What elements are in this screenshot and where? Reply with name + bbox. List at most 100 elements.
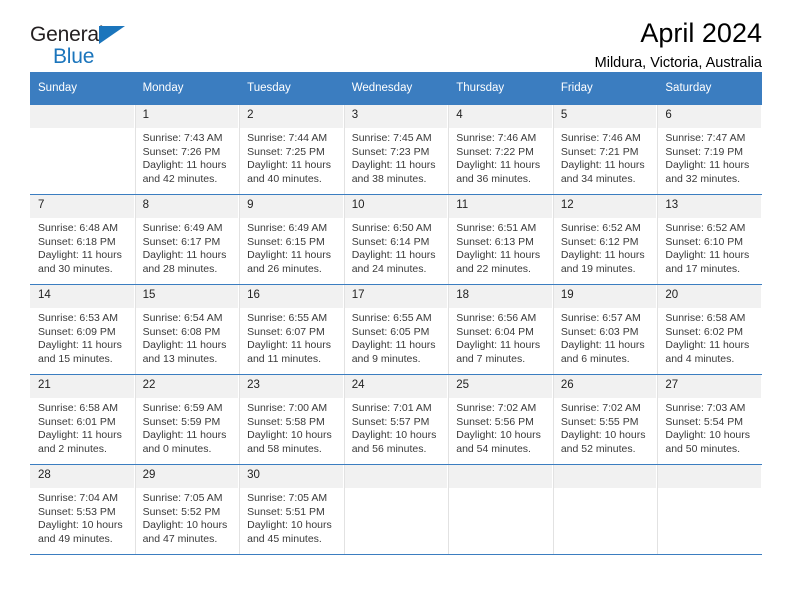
day-number: 12	[552, 195, 658, 218]
day-details: Sunrise: 7:02 AM Sunset: 5:55 PM Daylight:…	[553, 398, 658, 456]
column-divider	[448, 195, 450, 284]
daylight-text-3: and 32 minutes.	[665, 172, 741, 185]
day-details: Sunrise: 6:55 AM Sunset: 6:07 PM Daylight:…	[239, 308, 344, 366]
column-divider	[448, 285, 450, 374]
calendar-day-cell-2[interactable]: 2 Sunrise: 7:44 AM Sunset: 7:25 PM Daylight…	[239, 104, 344, 195]
day-number: 18	[448, 285, 553, 308]
day-number: 4	[448, 105, 553, 128]
title-block: April 2024 Mildura, Victoria, Australia	[595, 19, 762, 72]
sunrise-text: Sunrise: 6:54 AM	[142, 312, 223, 324]
logo-text-blue: Blue	[53, 45, 95, 68]
day-details: Sunrise: 7:04 AM Sunset: 5:53 PM Daylight:…	[30, 488, 135, 546]
sunset-text: Sunset: 7:22 PM	[456, 145, 534, 158]
day-details: Sunrise: 7:03 AM Sunset: 5:54 PM Daylight:…	[657, 398, 762, 456]
calendar-day-cell-30[interactable]: 30 Sunrise: 7:05 AM Sunset: 5:51 PM Dayligh…	[239, 464, 344, 555]
day-details: Sunrise: 7:46 AM Sunset: 7:21 PM Daylight:…	[553, 128, 658, 186]
daylight-text-2: Daylight: 10 hours	[456, 429, 541, 442]
general-blue-logo[interactable]: General Blue	[30, 24, 140, 68]
day-number	[343, 465, 449, 488]
day-details: Sunrise: 6:55 AM Sunset: 6:05 PM Daylight:…	[344, 308, 449, 366]
day-details: Sunrise: 7:45 AM Sunset: 7:23 PM Daylight:…	[344, 128, 449, 186]
day-cell-inner: 28 Sunrise: 7:04 AM Sunset: 5:53 PM Dayligh…	[30, 465, 135, 554]
day-details: Sunrise: 6:54 AM Sunset: 6:08 PM Daylight:…	[135, 308, 240, 366]
day-number: 11	[448, 195, 553, 218]
day-number: 1	[134, 105, 240, 128]
calendar-day-cell-11[interactable]: 11 Sunrise: 6:51 AM Sunset: 6:13 PM Dayligh…	[448, 194, 553, 285]
calendar-day-cell-27[interactable]: 27 Sunrise: 7:03 AM Sunset: 5:54 PM Dayligh…	[657, 374, 762, 465]
calendar-day-cell-15[interactable]: 15 Sunrise: 6:54 AM Sunset: 6:08 PM Dayligh…	[134, 284, 240, 375]
day-cell-inner: 29 Sunrise: 7:05 AM Sunset: 5:52 PM Dayligh…	[134, 465, 240, 554]
daylight-text-3: and 52 minutes.	[560, 442, 636, 455]
calendar-day-cell-22[interactable]: 22 Sunrise: 6:59 AM Sunset: 5:59 PM Dayligh…	[134, 374, 240, 465]
calendar-day-cell-25[interactable]: 25 Sunrise: 7:02 AM Sunset: 5:56 PM Dayligh…	[448, 374, 553, 465]
calendar-day-cell-3[interactable]: 3 Sunrise: 7:45 AM Sunset: 7:23 PM Daylight…	[343, 104, 449, 195]
day-number: 8	[134, 195, 240, 218]
daylight-text-2: Daylight: 10 hours	[247, 429, 332, 442]
sunset-text: Sunset: 6:03 PM	[560, 325, 639, 338]
column-divider	[239, 465, 241, 554]
calendar-day-cell-empty	[30, 104, 135, 195]
weekday-header-sunday: Sunday	[30, 72, 135, 105]
sunrise-text: Sunrise: 6:56 AM	[456, 312, 537, 324]
calendar-day-cell-8[interactable]: 8 Sunrise: 6:49 AM Sunset: 6:17 PM Daylight…	[134, 194, 240, 285]
calendar-day-cell-1[interactable]: 1 Sunrise: 7:43 AM Sunset: 7:26 PM Daylight…	[134, 104, 240, 195]
calendar-day-cell-12[interactable]: 12 Sunrise: 6:52 AM Sunset: 6:12 PM Dayligh…	[552, 194, 658, 285]
column-divider	[657, 285, 659, 374]
calendar-day-cell-17[interactable]: 17 Sunrise: 6:55 AM Sunset: 6:05 PM Dayligh…	[343, 284, 449, 375]
calendar-day-cell-4[interactable]: 4 Sunrise: 7:46 AM Sunset: 7:22 PM Daylight…	[448, 104, 553, 195]
calendar-day-cell-empty	[657, 464, 762, 555]
day-number: 20	[657, 285, 762, 308]
calendar-week-row: 7 Sunrise: 6:48 AM Sunset: 6:18 PM Daylight…	[30, 194, 762, 285]
calendar-day-cell-26[interactable]: 26 Sunrise: 7:02 AM Sunset: 5:55 PM Dayligh…	[552, 374, 658, 465]
daylight-text-2: Daylight: 11 hours	[247, 249, 331, 262]
column-divider	[343, 105, 345, 194]
day-cell-inner: 8 Sunrise: 6:49 AM Sunset: 6:17 PM Daylight…	[134, 195, 240, 284]
day-cell-inner: 17 Sunrise: 6:55 AM Sunset: 6:05 PM Dayligh…	[343, 285, 449, 374]
calendar-day-cell-7[interactable]: 7 Sunrise: 6:48 AM Sunset: 6:18 PM Daylight…	[30, 194, 135, 285]
column-divider	[552, 285, 554, 374]
calendar-day-cell-10[interactable]: 10 Sunrise: 6:50 AM Sunset: 6:14 PM Dayligh…	[343, 194, 449, 285]
day-details: Sunrise: 6:57 AM Sunset: 6:03 PM Daylight:…	[553, 308, 658, 366]
column-divider	[343, 195, 345, 284]
calendar-day-cell-16[interactable]: 16 Sunrise: 6:55 AM Sunset: 6:07 PM Dayligh…	[239, 284, 344, 375]
day-cell-inner	[343, 465, 449, 554]
column-divider	[239, 375, 241, 464]
day-number: 27	[657, 375, 762, 398]
day-number: 5	[552, 105, 658, 128]
column-divider	[239, 285, 241, 374]
calendar-day-cell-23[interactable]: 23 Sunrise: 7:00 AM Sunset: 5:58 PM Dayligh…	[239, 374, 344, 465]
day-number: 15	[134, 285, 240, 308]
sunset-text: Sunset: 6:07 PM	[247, 325, 325, 338]
day-details: Sunrise: 7:47 AM Sunset: 7:19 PM Daylight:…	[657, 128, 762, 186]
calendar-day-cell-empty	[448, 464, 553, 555]
calendar-day-cell-19[interactable]: 19 Sunrise: 6:57 AM Sunset: 6:03 PM Dayligh…	[552, 284, 658, 375]
calendar-day-cell-20[interactable]: 20 Sunrise: 6:58 AM Sunset: 6:02 PM Dayligh…	[657, 284, 762, 375]
day-cell-inner: 3 Sunrise: 7:45 AM Sunset: 7:23 PM Daylight…	[343, 105, 449, 194]
day-cell-inner: 2 Sunrise: 7:44 AM Sunset: 7:25 PM Daylight…	[239, 105, 344, 194]
day-number	[657, 465, 762, 488]
calendar-day-cell-29[interactable]: 29 Sunrise: 7:05 AM Sunset: 5:52 PM Dayligh…	[134, 464, 240, 555]
calendar-day-cell-5[interactable]: 5 Sunrise: 7:46 AM Sunset: 7:21 PM Daylight…	[552, 104, 658, 195]
calendar-day-cell-6[interactable]: 6 Sunrise: 7:47 AM Sunset: 7:19 PM Daylight…	[657, 104, 762, 195]
calendar-day-cell-28[interactable]: 28 Sunrise: 7:04 AM Sunset: 5:53 PM Dayligh…	[30, 464, 135, 555]
calendar-day-cell-13[interactable]: 13 Sunrise: 6:52 AM Sunset: 6:10 PM Dayligh…	[657, 194, 762, 285]
weekday-header-saturday: Saturday	[657, 72, 762, 105]
calendar-day-cell-18[interactable]: 18 Sunrise: 6:56 AM Sunset: 6:04 PM Dayligh…	[448, 284, 553, 375]
calendar-week-row: 14 Sunrise: 6:53 AM Sunset: 6:09 PM Dayligh…	[30, 284, 762, 375]
sunset-text: Sunset: 7:19 PM	[665, 145, 744, 158]
calendar-day-cell-9[interactable]: 9 Sunrise: 6:49 AM Sunset: 6:15 PM Daylight…	[239, 194, 344, 285]
calendar-day-cell-24[interactable]: 24 Sunrise: 7:01 AM Sunset: 5:57 PM Dayligh…	[343, 374, 449, 465]
day-details: Sunrise: 6:50 AM Sunset: 6:14 PM Daylight:…	[344, 218, 449, 276]
weekday-header-monday: Monday	[134, 72, 240, 105]
calendar-day-cell-21[interactable]: 21 Sunrise: 6:58 AM Sunset: 6:01 PM Dayligh…	[30, 374, 135, 465]
daylight-text-2: Daylight: 11 hours	[665, 159, 750, 172]
column-divider	[134, 285, 136, 374]
daylight-text-2: Daylight: 11 hours	[665, 339, 750, 352]
sunrise-text: Sunrise: 7:05 AM	[142, 492, 223, 504]
day-details: Sunrise: 7:02 AM Sunset: 5:56 PM Daylight:…	[448, 398, 553, 456]
calendar-header-row: Sunday Monday Tuesday Wednesday Thursday Frid…	[30, 72, 762, 105]
day-details: Sunrise: 6:52 AM Sunset: 6:10 PM Daylight:…	[657, 218, 762, 276]
day-details: Sunrise: 7:00 AM Sunset: 5:58 PM Daylight:…	[239, 398, 344, 456]
sunset-text: Sunset: 6:09 PM	[38, 325, 116, 338]
calendar-day-cell-14[interactable]: 14 Sunrise: 6:53 AM Sunset: 6:09 PM Dayligh…	[30, 284, 135, 375]
